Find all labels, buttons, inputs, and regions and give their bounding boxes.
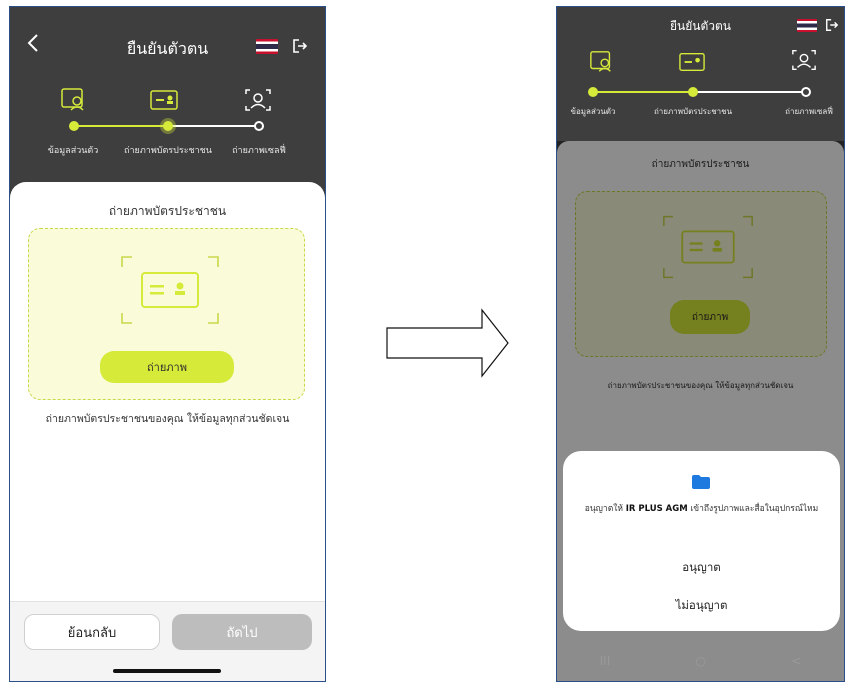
step-label-personal: ข้อมูลส่วนตัว <box>47 146 99 156</box>
step-dot-current <box>163 121 173 131</box>
comparison-stage: ยืนยันตัวตน ข้อมูลส่วนตัว ถ่ายภาพบัตรประ… <box>0 0 855 682</box>
selfie-icon <box>245 89 271 111</box>
right-phone-screen: ยืนยันตัวตน ข้อมูลส่วนตัว ถ่ายภาพบัตรประ… <box>556 6 845 682</box>
logout-icon[interactable] <box>292 38 308 54</box>
bottom-action-bar: ย้อนกลับ ถัดไป <box>10 601 325 681</box>
step-dot-pending <box>254 121 264 131</box>
deny-button[interactable]: ไม่อนุญาต <box>563 597 840 615</box>
capture-button[interactable]: ถ่ายภาพ <box>100 351 234 383</box>
step-line-done <box>74 125 168 127</box>
permission-suffix: เข้าถึงรูปภาพและสื่อในอุปกรณ์ไหม <box>690 504 819 514</box>
next-button[interactable]: ถัดไป <box>172 614 312 650</box>
recent-apps-icon[interactable]: III <box>600 654 611 668</box>
header: ยืนยันตัวตน <box>10 7 325 82</box>
step-label-id-card: ถ่ายภาพบัตรประชาชน <box>124 146 212 156</box>
home-indicator[interactable] <box>113 669 221 673</box>
allow-button[interactable]: อนุญาต <box>563 559 840 577</box>
id-card-frame-icon <box>121 256 219 324</box>
folder-icon <box>692 475 710 489</box>
nav-back-icon[interactable]: < <box>791 654 801 668</box>
section-title: ถ่ายภาพบัตรประชาชน <box>108 204 227 218</box>
id-scan-area[interactable]: ถ่ายภาพ <box>28 228 305 400</box>
permission-dialog: อนุญาตให้ IR PLUS AGM เข้าถึงรูปภาพและสื… <box>563 451 840 631</box>
thai-flag-icon[interactable] <box>256 39 278 54</box>
back-button[interactable]: ย้อนกลับ <box>24 614 160 650</box>
step-line-pending <box>168 125 258 127</box>
id-card-icon <box>150 90 178 110</box>
progress-stepper: ข้อมูลส่วนตัว ถ่ายภาพบัตรประชาชน ถ่ายภาพ… <box>10 82 325 162</box>
transition-arrow-icon <box>386 308 509 378</box>
android-navbar: III ○ < <box>557 641 844 681</box>
permission-app-name: IR PLUS AGM <box>625 504 688 514</box>
permission-message: อนุญาตให้ IR PLUS AGM เข้าถึงรูปภาพและสื… <box>571 503 832 516</box>
capture-hint: ถ่ายภาพบัตรประชาชนของคุณ ให้ข้อมูลทุกส่ว… <box>45 413 290 425</box>
home-icon[interactable]: ○ <box>696 654 706 668</box>
permission-prefix: อนุญาตให้ <box>584 504 623 514</box>
left-phone-screen: ยืนยันตัวตน ข้อมูลส่วนตัว ถ่ายภาพบัตรประ… <box>9 6 326 682</box>
step-label-selfie: ถ่ายภาพเซลฟี่ <box>232 146 286 156</box>
step-dot-done <box>69 121 79 131</box>
personal-info-icon <box>61 88 84 111</box>
